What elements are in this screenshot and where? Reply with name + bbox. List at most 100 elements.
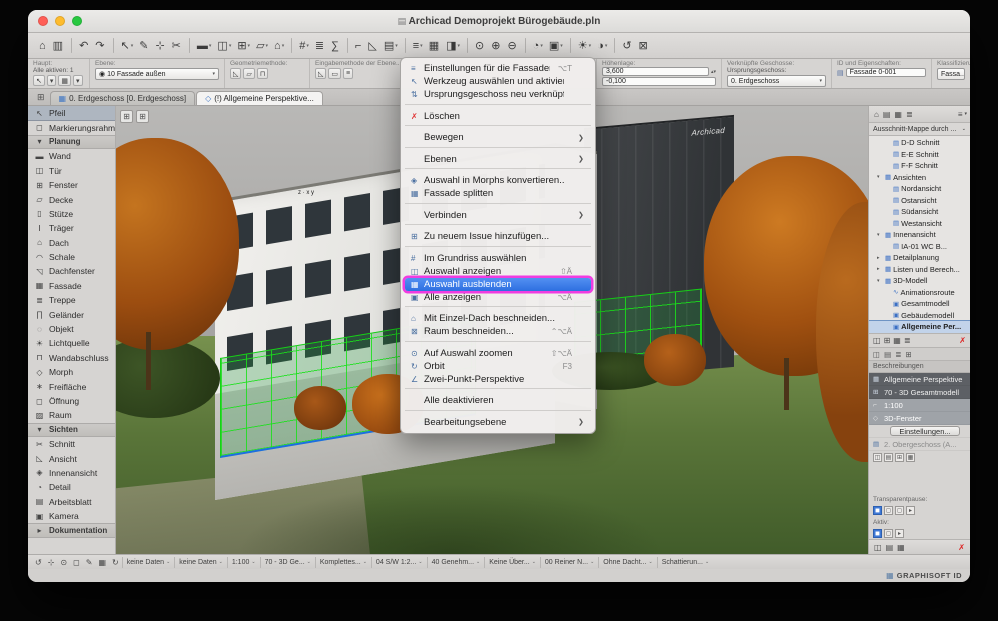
tool-item[interactable]: ∗ Freifläche [28, 379, 115, 393]
tool-item[interactable]: ▨ Raum [28, 408, 115, 422]
toolbar-button[interactable] [467, 38, 469, 53]
toolbar-button[interactable]: ⊖ [504, 37, 520, 54]
navigator-tool-button[interactable]: ◫ [873, 336, 881, 345]
navigator-header-button[interactable]: ▦ [892, 110, 904, 119]
context-menu-item[interactable]: ⇅ Ursprungsgeschoss neu verknüpfen... [405, 88, 591, 101]
aktiv-button[interactable]: ◻ [884, 528, 893, 538]
tool-item[interactable]: ◠ Schale [28, 250, 115, 264]
close-window-button[interactable] [38, 16, 48, 26]
viewport-nav-button[interactable]: ⊹ [45, 558, 58, 567]
toolbar-button[interactable]: ◺ [365, 37, 380, 54]
toolbar-button[interactable] [71, 38, 73, 53]
tool-item[interactable]: ◫ Tür [28, 164, 115, 178]
aktiv-button[interactable]: ◼ [873, 528, 882, 538]
context-menu-item[interactable]: ↻ Orbit F3 [405, 360, 591, 373]
toolbar-button[interactable] [524, 38, 526, 53]
context-menu-item[interactable] [405, 410, 591, 416]
navigator-footer-button[interactable]: ◫ [874, 543, 882, 552]
toolbar-button[interactable]: ▬ ▾ [194, 38, 215, 54]
tool-item[interactable]: ◹ Dachfenster [28, 264, 115, 278]
navigator-header-button[interactable]: ≣ [904, 110, 915, 119]
title-bar[interactable]: ▤ Archicad Demoprojekt Bürogebäude.pln [28, 10, 970, 33]
tool-item[interactable]: ⊞ Fenster [28, 178, 115, 192]
viewport-nav-button[interactable]: ▦ [95, 558, 109, 567]
status-segment[interactable]: Komplettes... ⌄ [314, 556, 371, 568]
status-segment[interactable]: 70 - 3D Ge... ⌄ [259, 556, 315, 568]
disclosure-triangle-icon[interactable]: ▾ [877, 278, 883, 284]
viewport-nav-button[interactable]: ↺ [32, 558, 45, 567]
navigator-tool-button[interactable]: ✗ [959, 336, 966, 345]
context-menu-item[interactable]: Verbinden ❯ [405, 209, 591, 222]
status-segment[interactable]: Schattierun... ⌄ [656, 556, 713, 568]
disclosure-triangle-icon[interactable]: ▸ [877, 255, 883, 261]
toolbar-button[interactable]: ◑ ▾ [594, 38, 610, 54]
stepper-icon[interactable]: ▴▾ [711, 69, 716, 75]
toolbar-button[interactable]: ≡ ▾ [410, 38, 426, 54]
navigator-footer-button[interactable]: ✗ [958, 543, 965, 552]
tool-item[interactable]: ▾ Sichten [28, 422, 115, 437]
tool-item[interactable]: ▬ Wand [28, 149, 115, 163]
navigator-header-button[interactable]: ▤ [881, 110, 893, 119]
input-method-button[interactable]: ◺ [315, 68, 327, 79]
tool-item[interactable]: ▤ Arbeitsblatt [28, 495, 115, 509]
tool-item[interactable]: Ⅰ Träger [28, 221, 115, 235]
status-segment[interactable]: keine Daten ⌄ [174, 556, 227, 568]
context-menu-item[interactable]: ⊠ Raum beschneiden... ⌃⌥Ä [405, 325, 591, 338]
tree-item[interactable]: ▤ D-D Schnitt [869, 137, 970, 149]
tree-item[interactable]: ▾ ▦ Innenansicht [869, 229, 970, 241]
tool-item[interactable]: ≣ Treppe [28, 293, 115, 307]
tree-item[interactable]: ▸ ▦ Listen und Berech... [869, 264, 970, 276]
navigator-tool-button[interactable]: ⊞ [884, 336, 891, 345]
hoehenlage-bottom-field[interactable]: -0,100 [602, 77, 716, 86]
geometry-method-button[interactable]: ◺ [230, 68, 242, 79]
quick-option-button[interactable]: ▤ [884, 452, 893, 462]
toolbar-button[interactable]: ↺ [619, 37, 635, 54]
toolbar-button[interactable]: # ▾ [296, 38, 312, 54]
quick-option-button[interactable]: ◫ [873, 452, 882, 462]
navigator-tool-button[interactable]: ≣ [904, 336, 911, 345]
tree-item[interactable]: ▾ ▦ 3D-Modell [869, 275, 970, 287]
tool-item[interactable]: ☀ Lichtquelle [28, 336, 115, 350]
tree-item[interactable]: ▣ Allgemeine Per... [869, 320, 970, 333]
tree-item[interactable]: ▣ Gebäudemodell [869, 310, 970, 322]
navigator-footer-button[interactable]: ▦ [897, 543, 905, 552]
ebene-dropdown[interactable]: ◉ 10 Fassade außen ▾ [95, 68, 219, 80]
toolbar-button[interactable]: ◫ ▾ [214, 37, 234, 54]
tool-item[interactable]: ▣ Kamera [28, 509, 115, 523]
tool-item[interactable]: ◺ Ansicht [28, 451, 115, 465]
tool-item[interactable]: ▾ Planung [28, 134, 115, 150]
status-segment[interactable]: Ohne Dacht... ⌄ [598, 556, 656, 568]
toolbar-button[interactable]: ↶ [76, 37, 92, 54]
hoehenlage-top-field[interactable]: 3,600 [602, 67, 709, 76]
toolbar-button[interactable]: ∑ [328, 38, 343, 54]
toolbar-button[interactable] [291, 38, 293, 53]
view-setting-row[interactable]: ▤ 2. Obergeschoss (A... [869, 438, 970, 451]
klassifizierung-dropdown[interactable]: Fassa... ▾ [937, 68, 965, 80]
tool-item[interactable]: ↖ Pfeil [28, 106, 115, 122]
id-field[interactable]: Fassade 0-001 [845, 68, 926, 77]
context-menu-item[interactable]: Ebenen ❯ [405, 153, 591, 166]
input-method-button[interactable]: ▭ [328, 68, 342, 79]
tree-item[interactable]: ▾ ▦ Ansichten [869, 172, 970, 184]
toolbar-button[interactable] [404, 38, 406, 53]
context-menu-item[interactable]: ◈ Auswahl in Morphs konvertieren... [405, 174, 591, 187]
toolbar-button[interactable]: ↖ ▾ [118, 37, 137, 54]
viewmap-dropdown[interactable]: Ausschnitt-Mappe durch ... ⌄ [869, 123, 970, 136]
view-setting-row[interactable]: ⊞ 70 - 3D Gesamtmodell [869, 386, 970, 399]
toolbar-button[interactable]: ▱ ▾ [253, 37, 271, 54]
status-segment[interactable]: Keine Über... ⌄ [484, 556, 540, 568]
status-segment[interactable]: 1:100 ⌄ [226, 556, 260, 568]
context-menu-item[interactable]: ⊞ Zu neuem Issue hinzufügen... [405, 230, 591, 243]
toolbar-button[interactable]: ⊕ [488, 37, 504, 54]
tool-item[interactable]: ⊓ Wandabschluss [28, 351, 115, 365]
toolbar-button[interactable] [614, 38, 616, 53]
context-menu-item[interactable]: Bewegen ❯ [405, 131, 591, 144]
tool-item[interactable]: ⌂ Dach [28, 236, 115, 250]
tool-item[interactable]: ∏ Geländer [28, 307, 115, 321]
quad-view-button[interactable]: ⊞ [136, 110, 149, 123]
aktiv-button[interactable]: ▸ [895, 528, 904, 538]
toolbar-button[interactable]: ⌂ ▾ [271, 38, 287, 54]
tab-overview-icon[interactable]: ⊞ [32, 92, 50, 105]
navigator-header-button[interactable]: ⌂ [872, 110, 881, 119]
tool-item[interactable]: ▱ Decke [28, 192, 115, 206]
